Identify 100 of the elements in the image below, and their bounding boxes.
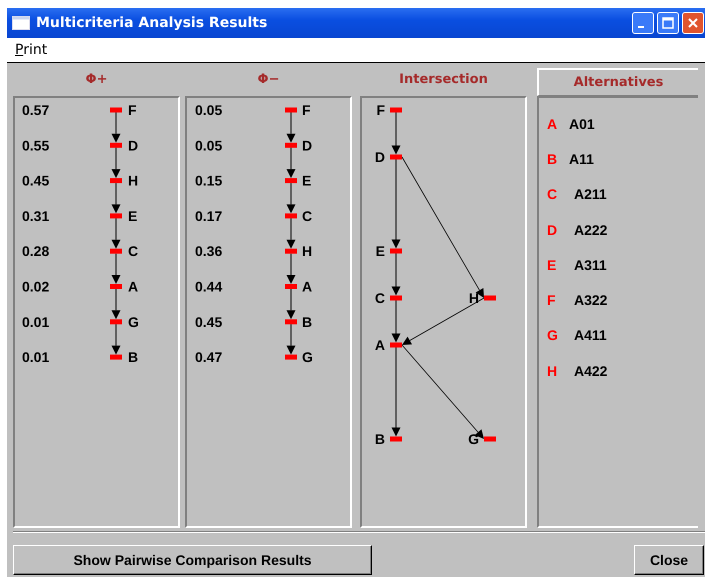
alternative-name: A222 [574,222,608,238]
score-value: 0.47 [195,349,222,366]
node-label: H [302,243,312,260]
score-value: 0.36 [195,243,222,260]
close-button[interactable]: Close [634,545,704,575]
node-label: G [128,314,139,330]
node-label: B [374,431,385,447]
alternative-name: A422 [574,362,608,379]
node-label: D [374,149,385,165]
maximize-button[interactable] [657,12,679,34]
node-label: C [128,243,138,260]
alternative-code: H [547,362,558,379]
node-label: A [128,278,138,294]
node-marker [110,108,122,112]
node-label: F [128,102,137,118]
column-header: Φ− [256,71,280,89]
node-label: B [128,349,138,366]
close-icon [687,17,699,29]
node-label: F [376,102,385,118]
alternative-name: A311 [574,256,607,273]
node-label: A [374,337,385,353]
arrow [392,112,400,154]
arrow [112,253,120,284]
score-value: 0.15 [195,172,222,189]
node-label: G [468,431,479,447]
alternative-code: G [547,327,559,344]
arrow [286,288,296,320]
node-marker [110,178,122,184]
arrow [112,147,120,178]
score-value: 0.55 [22,137,50,154]
node-label: G [302,349,313,366]
node-marker [390,108,402,112]
node-marker [110,354,122,360]
node-marker [285,284,297,289]
arrow [286,112,296,143]
node-marker [390,296,402,300]
window-title: Multicriteria Analysis Results [36,15,268,31]
minimize-icon [638,26,644,28]
score-value: 0.17 [195,208,222,224]
alternative-name: A01 [569,116,595,132]
score-value: 0.01 [22,314,50,330]
alternative-code: D [547,222,558,238]
node-marker [110,142,122,148]
score-value: 0.57 [22,102,50,118]
node-label: D [128,137,138,154]
arrow [112,324,120,355]
score-value: 0.01 [22,349,50,366]
node-marker [390,436,402,442]
arrow [286,253,296,284]
alternative-code: C [547,186,558,202]
node-marker [110,213,122,218]
node-label: E [376,243,385,259]
show-results-button[interactable]: Show Pairwise Comparison Results [13,545,372,575]
print-menu[interactable]: Print [15,42,48,58]
arrow [286,182,296,214]
alternative-name: A11 [569,150,594,167]
node-label: H [468,290,479,306]
arrow [112,218,120,249]
alternative-code: F [547,292,557,308]
window-icon [12,16,30,30]
arrow [112,288,120,320]
score-value: 0.45 [195,314,222,330]
node-label: F [302,102,311,118]
node-marker [285,108,297,112]
score-value: 0.28 [22,243,50,260]
node-label: C [374,290,385,306]
column-header: Φ+ [84,71,108,89]
node-marker [285,248,297,254]
node-marker [285,178,297,184]
score-value: 0.45 [22,172,50,189]
node-label: E [302,172,312,189]
alternative-name: A211 [574,186,607,202]
node-label: C [302,208,312,224]
column-header: Intersection [398,71,489,89]
arrow [112,112,120,143]
node-marker [110,248,122,254]
node-marker [390,248,402,254]
node-marker [285,354,297,360]
node-marker [390,154,402,160]
score-value: 0.02 [22,278,50,294]
alternative-name: A322 [574,292,608,308]
score-value: 0.44 [195,278,222,294]
alternative-name: A411 [574,327,607,344]
score-value: 0.05 [195,102,222,118]
minimize-button[interactable] [632,12,654,34]
node-marker [285,142,297,148]
arrow [286,218,296,249]
node-marker [110,319,122,324]
arrow [112,182,120,214]
node-marker [110,284,122,289]
node-marker [484,296,496,300]
node-label: A [302,278,312,294]
node-label: H [128,172,138,189]
close-button[interactable] [682,12,704,34]
alternative-code: E [547,256,558,273]
arrow [286,147,296,178]
node-marker [390,342,402,348]
node-marker [484,436,496,442]
node-label: D [302,137,312,154]
arrow [392,300,400,342]
